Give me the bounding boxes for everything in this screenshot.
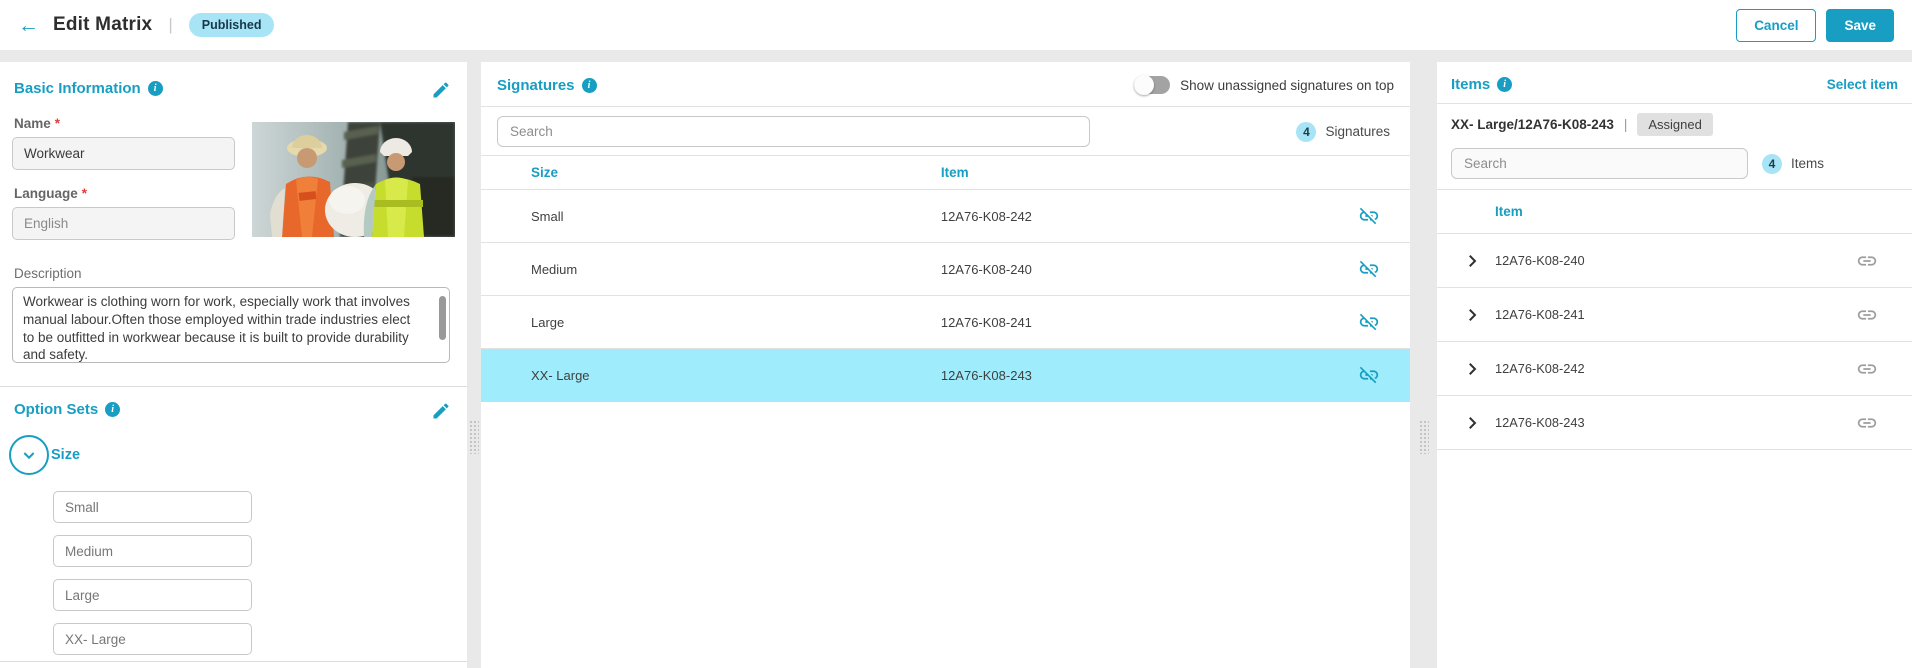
select-item-link[interactable]: Select item	[1827, 77, 1898, 92]
signature-item: 12A76-K08-241	[940, 314, 1032, 330]
edit-basic-info-icon[interactable]	[431, 80, 451, 100]
size-column-header[interactable]: Size	[481, 165, 941, 180]
current-selection-row: XX- Large/12A76-K08-243 | Assigned	[1437, 104, 1912, 144]
signatures-panel: Signatures i Show unassigned signatures …	[481, 62, 1410, 668]
panels-container: Basic Information i Name * Workwear Lang…	[0, 62, 1912, 668]
items-panel: Items i Select item XX- Large/12A76-K08-…	[1437, 62, 1912, 668]
signatures-title: Signatures i	[497, 77, 597, 94]
link-icon[interactable]	[1856, 412, 1878, 434]
info-icon[interactable]: i	[147, 81, 163, 96]
signature-size: XX- Large	[531, 367, 590, 383]
basic-information-panel: Basic Information i Name * Workwear Lang…	[0, 62, 467, 668]
topbar-actions: Cancel Save	[1736, 8, 1894, 42]
back-arrow-icon[interactable]: ←	[18, 15, 39, 36]
page-title: Edit Matrix	[53, 14, 153, 35]
signature-row-selected[interactable]: XX- Large 12A76-K08-243	[481, 349, 1410, 402]
expand-chevron-icon[interactable]	[1463, 252, 1481, 270]
info-icon[interactable]: i	[1497, 77, 1513, 92]
option-value-field[interactable]	[53, 491, 252, 523]
item-row[interactable]: 12A76-K08-240	[1437, 234, 1912, 288]
item-column-header[interactable]: Item	[1495, 204, 1856, 219]
items-table-header: Item	[1437, 190, 1912, 234]
cancel-button[interactable]: Cancel	[1736, 8, 1817, 42]
workers-photo	[252, 122, 455, 237]
drag-handle-icon[interactable]	[469, 419, 479, 454]
signatures-table-header: Size Item	[481, 156, 1410, 190]
signature-size: Small	[531, 208, 564, 224]
link-icon[interactable]	[1856, 250, 1878, 272]
option-value-field[interactable]	[53, 535, 252, 567]
item-code: 12A76-K08-243	[1495, 415, 1585, 430]
signature-item: 12A76-K08-243	[940, 367, 1032, 383]
item-row[interactable]: 12A76-K08-241	[1437, 288, 1912, 342]
link-icon[interactable]	[1856, 358, 1878, 380]
save-button[interactable]: Save	[1826, 8, 1894, 42]
option-value-field[interactable]	[53, 623, 252, 655]
items-title: Items i	[1451, 76, 1513, 93]
signatures-count-badge: 4	[1296, 121, 1317, 142]
item-row[interactable]: 12A76-K08-242	[1437, 342, 1912, 396]
unlink-icon[interactable]	[1358, 258, 1380, 280]
items-count-badge: 4	[1762, 153, 1782, 174]
item-code: 12A76-K08-242	[1495, 361, 1585, 376]
assigned-badge: Assigned	[1637, 113, 1713, 136]
signature-item: 12A76-K08-240	[940, 261, 1032, 277]
items-count-label: Items	[1791, 156, 1825, 171]
signatures-count-label: Signatures	[1325, 124, 1390, 139]
link-icon[interactable]	[1856, 304, 1878, 326]
signatures-search-input[interactable]	[497, 116, 1090, 147]
selection-text: XX- Large/12A76-K08-243	[1451, 117, 1614, 132]
expand-chevron-icon[interactable]	[1463, 360, 1481, 378]
signature-item: 12A76-K08-242	[940, 208, 1032, 224]
title-separator: |	[168, 15, 173, 34]
signature-size: Medium	[531, 261, 578, 277]
item-row[interactable]: 12A76-K08-243	[1437, 396, 1912, 450]
unlink-icon[interactable]	[1358, 364, 1380, 386]
description-scrollbar[interactable]	[439, 296, 446, 340]
signature-row[interactable]: Large 12A76-K08-241	[481, 296, 1410, 349]
top-bar: ← Edit Matrix | Published Cancel Save	[0, 0, 1912, 50]
option-values-list	[53, 491, 455, 655]
collapse-size-group-button[interactable]	[9, 435, 49, 475]
edit-option-sets-icon[interactable]	[431, 401, 451, 421]
panel-resize-gutter[interactable]	[1410, 62, 1437, 668]
items-search-input[interactable]	[1451, 148, 1748, 179]
show-unassigned-label: Show unassigned signatures on top	[1180, 77, 1394, 93]
drag-handle-icon[interactable]	[1418, 419, 1429, 454]
language-field[interactable]	[12, 207, 235, 240]
description-field[interactable]: Workwear is clothing worn for work, espe…	[12, 287, 450, 363]
description-label: Description	[14, 266, 82, 281]
option-group-name: Size	[51, 447, 81, 463]
panel-resize-gutter[interactable]	[467, 62, 481, 668]
expand-chevron-icon[interactable]	[1463, 414, 1481, 432]
basic-information-title: Basic Information i	[14, 80, 163, 97]
expand-chevron-icon[interactable]	[1463, 306, 1481, 324]
item-code: 12A76-K08-240	[1495, 253, 1585, 268]
name-field[interactable]	[12, 137, 235, 170]
signature-size: Large	[531, 314, 565, 330]
unlink-icon[interactable]	[1358, 205, 1380, 227]
item-code: 12A76-K08-241	[1495, 307, 1585, 322]
signature-row[interactable]: Small 12A76-K08-242	[481, 190, 1410, 243]
item-column-header[interactable]: Item	[941, 165, 1322, 180]
signature-row[interactable]: Medium 12A76-K08-240	[481, 243, 1410, 296]
show-unassigned-toggle[interactable]	[1134, 75, 1171, 95]
option-sets-title: Option Sets i	[14, 401, 121, 418]
status-badge: Published	[188, 13, 275, 37]
info-icon[interactable]: i	[105, 402, 121, 417]
info-icon[interactable]: i	[581, 77, 597, 93]
unlink-icon[interactable]	[1358, 311, 1380, 333]
option-value-field[interactable]	[53, 579, 252, 611]
selection-separator: |	[1623, 117, 1628, 132]
